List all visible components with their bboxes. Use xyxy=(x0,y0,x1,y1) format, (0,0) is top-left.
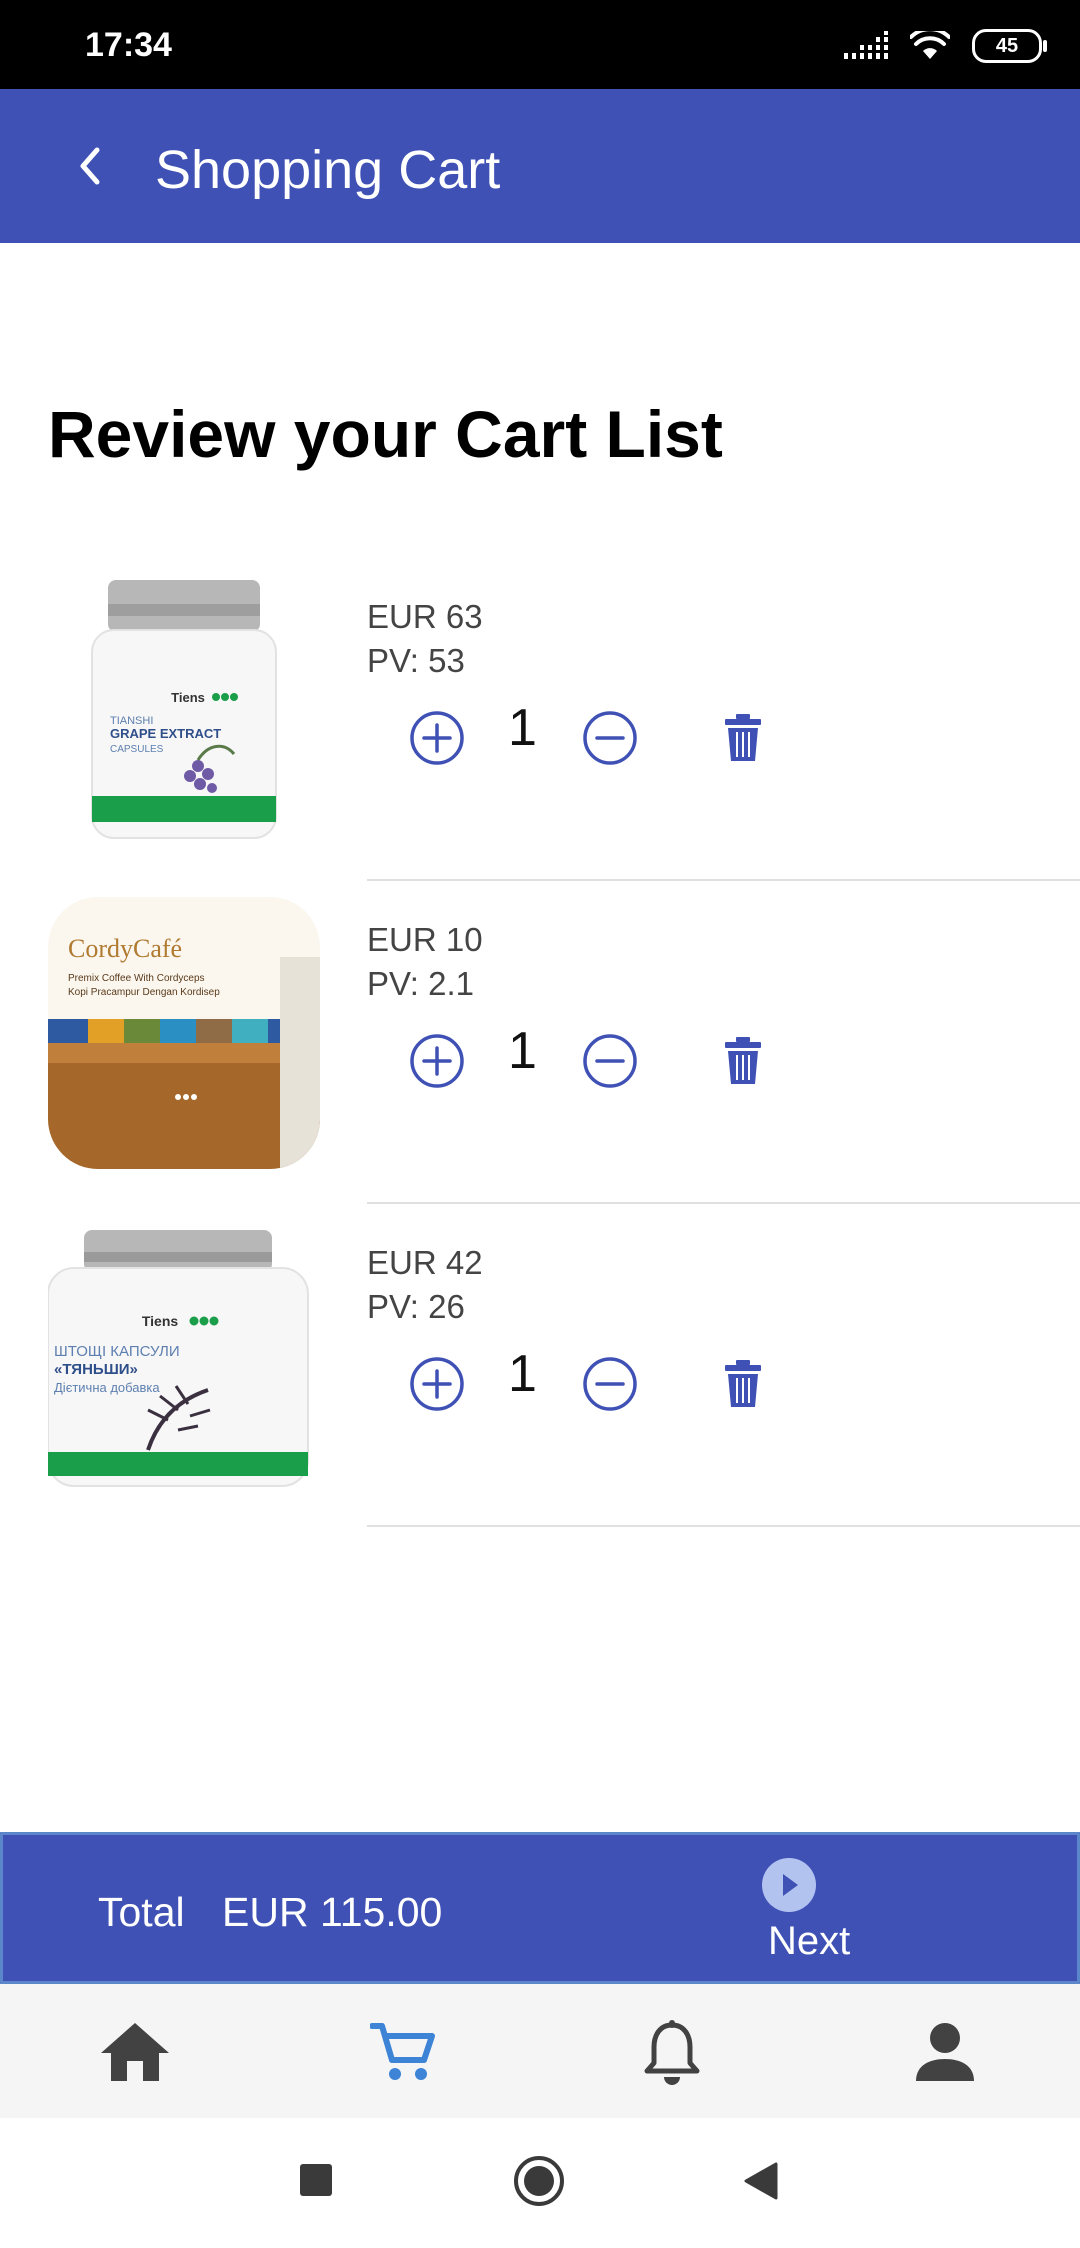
plus-circle-icon xyxy=(410,711,464,765)
nav-profile[interactable] xyxy=(905,2017,985,2087)
item-price: EUR 42 xyxy=(367,1244,483,1281)
svg-text:Tiens: Tiens xyxy=(171,690,205,705)
delete-item-button[interactable] xyxy=(713,1354,773,1414)
increase-quantity-button[interactable] xyxy=(407,708,467,768)
next-button[interactable]: Next xyxy=(753,1853,873,1977)
svg-text:«ТЯНЬШИ»: «ТЯНЬШИ» xyxy=(54,1361,138,1378)
nav-home[interactable] xyxy=(95,2017,175,2087)
cart-item: Tiens TIANSHI GRAPE EXTRACT CAPSULES EUR… xyxy=(0,558,1080,881)
person-icon xyxy=(916,2023,974,2081)
item-pv: PV: 53 xyxy=(367,642,465,679)
status-bar: 17:34 45 xyxy=(0,0,1080,89)
minus-circle-icon xyxy=(583,711,637,765)
trash-icon xyxy=(725,714,761,761)
wifi-icon xyxy=(910,31,950,59)
battery-indicator: 45 xyxy=(972,29,1047,63)
tianshi-bottle-image: Tiens ШТОЩІ КАПСУЛИ «ТЯНЬШИ» Дієтична до… xyxy=(48,1230,309,1487)
svg-text:GRAPE EXTRACT: GRAPE EXTRACT xyxy=(110,726,221,741)
item-divider xyxy=(367,1525,1080,1527)
delete-item-button[interactable] xyxy=(713,1031,773,1091)
total-bar: Total EUR 115.00 Next xyxy=(0,1832,1080,1984)
plus-circle-icon xyxy=(410,1357,464,1411)
system-navigation-bar xyxy=(0,2118,1080,2248)
item-price: EUR 63 xyxy=(367,598,483,635)
svg-text:CordyCafé: CordyCafé xyxy=(68,934,182,963)
total-value: EUR 115.00 xyxy=(222,1889,443,1935)
status-time: 17:34 xyxy=(85,26,172,64)
item-pv: PV: 26 xyxy=(367,1288,465,1325)
item-quantity: 1 xyxy=(508,699,537,757)
nav-cart[interactable] xyxy=(363,2017,443,2087)
item-price: EUR 10 xyxy=(367,921,483,958)
app-bar: Shopping Cart xyxy=(0,89,1080,243)
increase-quantity-button[interactable] xyxy=(407,1354,467,1414)
play-circle-icon xyxy=(762,1858,816,1912)
page-title: Shopping Cart xyxy=(155,140,501,200)
decrease-quantity-button[interactable] xyxy=(580,1031,640,1091)
delete-item-button[interactable] xyxy=(713,708,773,768)
back-triangle-icon[interactable] xyxy=(742,2162,778,2200)
decrease-quantity-button[interactable] xyxy=(580,708,640,768)
plus-circle-icon xyxy=(410,1034,464,1088)
svg-text:Tiens: Tiens xyxy=(142,1313,179,1329)
item-quantity: 1 xyxy=(508,1022,537,1080)
trash-icon xyxy=(725,1037,761,1084)
svg-text:Premix Coffee With Cordyceps: Premix Coffee With Cordyceps xyxy=(68,973,205,984)
minus-circle-icon xyxy=(583,1034,637,1088)
bottom-navigation xyxy=(0,1984,1080,2118)
nav-notifications[interactable] xyxy=(632,2017,712,2087)
item-pv: PV: 2.1 xyxy=(367,965,475,1002)
cart-item: Tiens ШТОЩІ КАПСУЛИ «ТЯНЬШИ» Дієтична до… xyxy=(0,1204,1080,1527)
increase-quantity-button[interactable] xyxy=(407,1031,467,1091)
item-quantity: 1 xyxy=(508,1345,537,1403)
home-circle-icon[interactable] xyxy=(513,2155,565,2207)
next-label: Next xyxy=(768,1919,851,1963)
cart-item: CordyCafé Premix Coffee With Cordyceps K… xyxy=(0,881,1080,1204)
home-icon xyxy=(101,2023,169,2081)
svg-text:ШТОЩІ КАПСУЛИ: ШТОЩІ КАПСУЛИ xyxy=(54,1343,180,1360)
cart-icon xyxy=(370,2023,435,2080)
total-label: Total xyxy=(98,1889,185,1935)
svg-text:CAPSULES: CAPSULES xyxy=(110,744,164,755)
chevron-left-icon xyxy=(80,147,100,185)
svg-text:Дієтична добавка: Дієтична добавка xyxy=(54,1380,160,1395)
grape-extract-bottle-image: Tiens TIANSHI GRAPE EXTRACT CAPSULES xyxy=(91,580,277,839)
signal-icon xyxy=(844,31,888,59)
svg-text:Kopi Pracampur Dengan Kordisep: Kopi Pracampur Dengan Kordisep xyxy=(68,987,220,998)
recents-square-icon[interactable] xyxy=(298,2162,334,2198)
back-button[interactable] xyxy=(60,136,120,196)
minus-circle-icon xyxy=(583,1357,637,1411)
decrease-quantity-button[interactable] xyxy=(580,1354,640,1414)
status-icons: 45 xyxy=(844,28,1047,64)
cart-heading: Review your Cart List xyxy=(48,397,723,471)
cordycafe-box-image: CordyCafé Premix Coffee With Cordyceps K… xyxy=(48,897,320,1169)
trash-icon xyxy=(725,1360,761,1407)
bell-icon xyxy=(644,2020,700,2085)
